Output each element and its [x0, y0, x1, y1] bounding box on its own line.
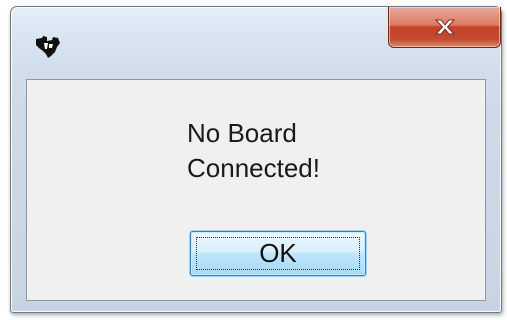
dialog-content: No Board Connected! OK [26, 79, 486, 301]
message-text: No Board Connected! [187, 116, 320, 186]
message-line-1: No Board [187, 118, 297, 148]
title-bar[interactable] [11, 7, 501, 79]
message-dialog: No Board Connected! OK [10, 6, 502, 313]
ok-button[interactable]: OK [190, 231, 366, 276]
ok-button-label: OK [259, 238, 297, 268]
close-button[interactable] [388, 7, 501, 48]
close-icon [432, 17, 458, 37]
message-line-2: Connected! [187, 153, 320, 183]
ti-logo-icon [33, 34, 63, 60]
